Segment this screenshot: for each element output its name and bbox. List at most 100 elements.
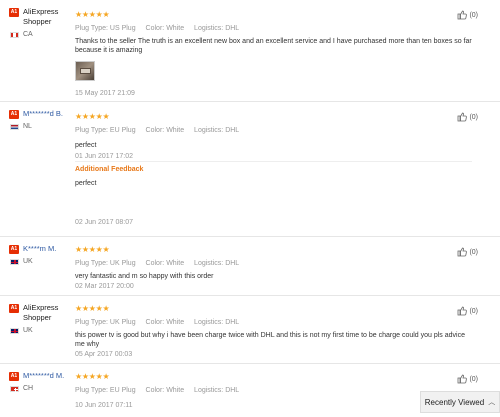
reviewer-name: AliExpress Shopper: [23, 7, 59, 26]
plug-label: Plug Type:: [75, 127, 108, 134]
review-content: ★★★★★ Plug Type: UK Plug Color: White Lo…: [75, 304, 472, 359]
review-date: 10 Jun 2017 07:11: [75, 402, 133, 409]
order-attributes: Plug Type: UK Plug Color: White Logistic…: [75, 259, 472, 268]
netherlands-flag-icon: [10, 123, 19, 130]
country-code: UK: [23, 327, 33, 334]
order-attributes: Plug Type: UK Plug Color: White Logistic…: [75, 318, 472, 327]
color-label: Color:: [145, 25, 165, 32]
additional-feedback-date: 02 Jun 2017 08:07: [75, 219, 133, 226]
reviewer-country: CA: [10, 31, 71, 38]
logistics-label: Logistics:: [194, 127, 224, 134]
additional-feedback-divider: [75, 161, 472, 162]
logistics-value: DHL: [225, 387, 240, 394]
review-content: ★★★★★ Plug Type: EU Plug Color: White Lo…: [75, 372, 472, 410]
thumbs-up-icon: [458, 10, 468, 20]
plug-value: UK Plug: [109, 319, 136, 326]
logistics-label: Logistics:: [194, 260, 224, 267]
review-date: 15 May 2017 21:09: [75, 90, 135, 97]
plug-label: Plug Type:: [75, 25, 108, 32]
helpful-count: (0): [469, 248, 478, 256]
additional-feedback-title: Additional Feedback: [75, 166, 144, 173]
helpful-button[interactable]: (0): [457, 247, 478, 257]
color-label: Color:: [145, 387, 165, 394]
reviewer-name[interactable]: M*******d B.: [23, 109, 63, 119]
review-text: perfect: [75, 142, 97, 149]
additional-feedback: Additional Feedback perfect 02 Jun 2017 …: [75, 166, 472, 227]
recently-viewed-button[interactable]: Recently Viewed ︿: [420, 391, 500, 413]
logistics-value: DHL: [225, 25, 240, 32]
review-date: 02 Mar 2017 20:00: [75, 283, 134, 290]
review-item: A1 AliExpress Shopper UK ★★★★★ Plug Type…: [0, 296, 500, 364]
color-value: White: [166, 260, 185, 267]
review-item: A1 K****m M. UK ★★★★★ Plug Type: UK Plug…: [0, 237, 500, 296]
plug-value: EU Plug: [109, 387, 136, 394]
reviewer-info: A1 M*******d M. CH: [9, 371, 71, 392]
review-text: Thanks to the seller The truth is an exc…: [75, 38, 472, 54]
logistics-value: DHL: [225, 127, 240, 134]
reviewer-info: A1 K****m M. UK: [9, 244, 71, 265]
color-value: White: [166, 387, 185, 394]
buyer-level-badge: A1: [9, 245, 19, 254]
review-content: ★★★★★ Plug Type: US Plug Color: White Lo…: [75, 10, 472, 98]
buyer-level-badge: A1: [9, 110, 19, 119]
star-rating: ★★★★★: [75, 112, 110, 121]
review-content: ★★★★★ Plug Type: EU Plug Color: White Lo…: [75, 112, 472, 161]
review-date: 01 Jun 2017 17:02: [75, 153, 133, 160]
reviewer-country: CH: [10, 385, 71, 392]
order-attributes: Plug Type: EU Plug Color: White Logistic…: [75, 386, 472, 395]
reviewer-name[interactable]: K****m M.: [23, 244, 56, 254]
logistics-value: DHL: [225, 260, 240, 267]
star-rating: ★★★★★: [75, 372, 110, 381]
reviewer-country: NL: [10, 123, 71, 130]
buyer-level-badge: A1: [9, 372, 19, 381]
color-label: Color:: [145, 319, 165, 326]
star-rating: ★★★★★: [75, 245, 110, 254]
review-item: A1 AliExpress Shopper CA ★★★★★ Plug Type…: [0, 0, 500, 102]
buyer-level-badge: A1: [9, 8, 19, 17]
thumbs-up-icon: [458, 112, 468, 122]
review-text: this power tv is good but why i have bee…: [75, 332, 465, 348]
reviewer-info: A1 AliExpress Shopper UK: [9, 303, 71, 334]
order-attributes: Plug Type: EU Plug Color: White Logistic…: [75, 126, 472, 135]
canada-flag-icon: [10, 31, 19, 38]
uk-flag-icon: [10, 258, 19, 265]
reviewer-info: A1 AliExpress Shopper CA: [9, 7, 71, 38]
plug-label: Plug Type:: [75, 260, 108, 267]
logistics-value: DHL: [225, 319, 240, 326]
star-rating: ★★★★★: [75, 304, 110, 313]
star-rating: ★★★★★: [75, 10, 110, 19]
reviewer-name[interactable]: M*******d M.: [23, 371, 64, 381]
plug-value: US Plug: [109, 25, 136, 32]
order-attributes: Plug Type: US Plug Color: White Logistic…: [75, 24, 472, 33]
logistics-label: Logistics:: [194, 387, 224, 394]
reviewer-country: UK: [10, 258, 71, 265]
country-code: CH: [23, 385, 34, 392]
helpful-button[interactable]: (0): [457, 306, 478, 316]
buyer-level-badge: A1: [9, 304, 19, 313]
reviewer-info: A1 M*******d B. NL: [9, 109, 71, 130]
logistics-label: Logistics:: [194, 319, 224, 326]
review-item: A1 M*******d B. NL ★★★★★ Plug Type: EU P…: [0, 102, 500, 237]
switzerland-flag-icon: [10, 385, 19, 392]
helpful-button[interactable]: (0): [457, 10, 478, 20]
logistics-label: Logistics:: [194, 25, 224, 32]
helpful-button[interactable]: (0): [457, 374, 478, 384]
plug-label: Plug Type:: [75, 387, 108, 394]
plug-label: Plug Type:: [75, 319, 108, 326]
plug-value: EU Plug: [109, 127, 136, 134]
color-label: Color:: [145, 127, 165, 134]
country-code: UK: [23, 258, 33, 265]
chevron-up-icon: ︿: [488, 399, 496, 406]
review-text: very fantastic and m so happy with this …: [75, 273, 214, 280]
review-content: ★★★★★ Plug Type: UK Plug Color: White Lo…: [75, 245, 472, 291]
color-label: Color:: [145, 260, 165, 267]
thumbs-up-icon: [458, 374, 468, 384]
review-photo-thumbnail[interactable]: [75, 61, 95, 81]
plug-value: UK Plug: [109, 260, 136, 267]
uk-flag-icon: [10, 327, 19, 334]
helpful-count: (0): [469, 307, 478, 315]
thumbs-up-icon: [458, 306, 468, 316]
helpful-count: (0): [469, 375, 478, 383]
country-code: CA: [23, 31, 33, 38]
helpful-button[interactable]: (0): [457, 112, 478, 122]
